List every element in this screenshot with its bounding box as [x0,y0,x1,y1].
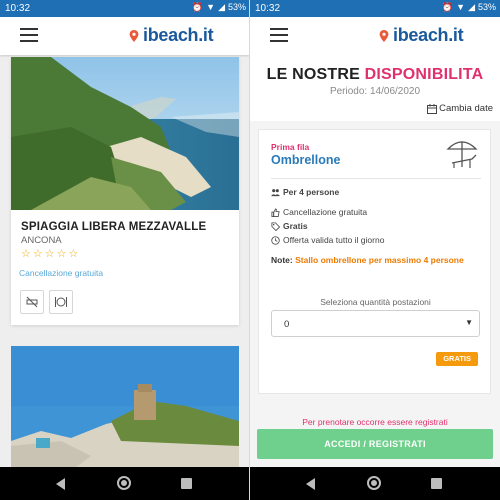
register-notice: Per prenotare occorre essere registrati [302,417,448,427]
menu-icon[interactable] [270,28,288,42]
rating-stars: ☆☆☆☆☆ [21,248,81,260]
page-title: LE NOSTRE DISPONIBILITA [266,66,484,83]
home-icon[interactable] [117,476,131,490]
quantity-value: 0 [284,319,290,330]
signal-icon: ◢ [468,2,475,12]
app-logo[interactable]: ibeach.it [378,25,464,46]
menu-icon[interactable] [20,28,38,42]
back-icon[interactable] [56,478,65,490]
feature-price: Gratis [271,221,308,231]
map-pin-icon [379,29,389,42]
offer-product: Ombrellone [271,153,341,167]
quantity-select[interactable]: 0 ▼ [271,310,480,337]
battery-level: 53% [477,2,496,12]
period-label: Periodo: 14/06/2020 [329,86,421,97]
feature-persons: Per 4 persone [271,187,339,197]
cancellation-label: Cancellazione gratuita [19,268,104,278]
android-nav-bar [0,467,250,500]
offer-card: Prima fila Ombrellone Per 4 persone Canc… [258,129,491,394]
beach-city: ANCONA [21,235,62,246]
quantity-label: Seleziona quantità postazioni [320,297,431,307]
price-badge: GRATIS [436,352,478,366]
wifi-icon: ▼ [206,2,216,12]
beach-card[interactable]: SPIAGGIA LIBERA MEZZAVALLE ANCONA ☆☆☆☆☆ … [11,57,239,325]
alarm-icon: ⏰ [191,2,204,12]
battery-level: 53% [227,2,246,12]
offer-note: Note: Stallo ombrellone per massimo 4 pe… [271,255,464,265]
availability-screen: 10:32 ⏰ ▼ ◢ 53% ibeach.it LE NOSTRE DISP… [250,0,500,500]
recent-apps-icon[interactable] [431,478,442,489]
clock-icon [271,235,280,245]
app-bar: ibeach.it [0,17,250,55]
tag-icon [271,221,280,231]
umbrella-sunbed-icon [446,141,478,168]
status-bar: 10:32 ⏰ ▼ ◢ 53% [0,0,250,17]
beach-photo-next [11,346,239,471]
feature-validity: Offerta valida tutto il giorno [271,235,384,245]
feature-cancellation: Cancellazione gratuita [271,207,367,217]
dropdown-caret-icon: ▼ [465,318,473,327]
status-time: 10:32 [5,3,31,14]
wifi-icon: ▼ [456,2,466,12]
map-pin-icon [129,29,139,42]
back-icon[interactable] [306,478,315,490]
change-date-button[interactable]: Cambia date [427,103,493,114]
home-icon[interactable] [367,476,381,490]
beach-name: SPIAGGIA LIBERA MEZZAVALLE [21,221,207,233]
beach-list-screen: 10:32 ⏰ ▼ ◢ 53% ibeach.it SPIAGGIA LIBER… [0,0,250,500]
android-nav-bar [250,467,500,500]
beach-card-next[interactable] [11,346,239,471]
status-bar: 10:32 ⏰ ▼ ◢ 53% [250,0,500,17]
alarm-icon: ⏰ [441,2,454,12]
no-smoking-icon [20,290,44,314]
offer-row: Prima fila [271,142,310,152]
login-register-button[interactable]: ACCEDI / REGISTRATI [257,429,493,459]
restaurant-icon [49,290,73,314]
recent-apps-icon[interactable] [181,478,192,489]
app-bar: ibeach.it [250,17,500,55]
divider [271,178,481,179]
people-icon [271,188,280,196]
signal-icon: ◢ [218,2,225,12]
beach-photo [11,57,239,210]
status-time: 10:32 [255,3,281,14]
app-logo[interactable]: ibeach.it [128,25,214,46]
thumbs-up-icon [271,207,280,217]
calendar-icon [427,103,438,114]
